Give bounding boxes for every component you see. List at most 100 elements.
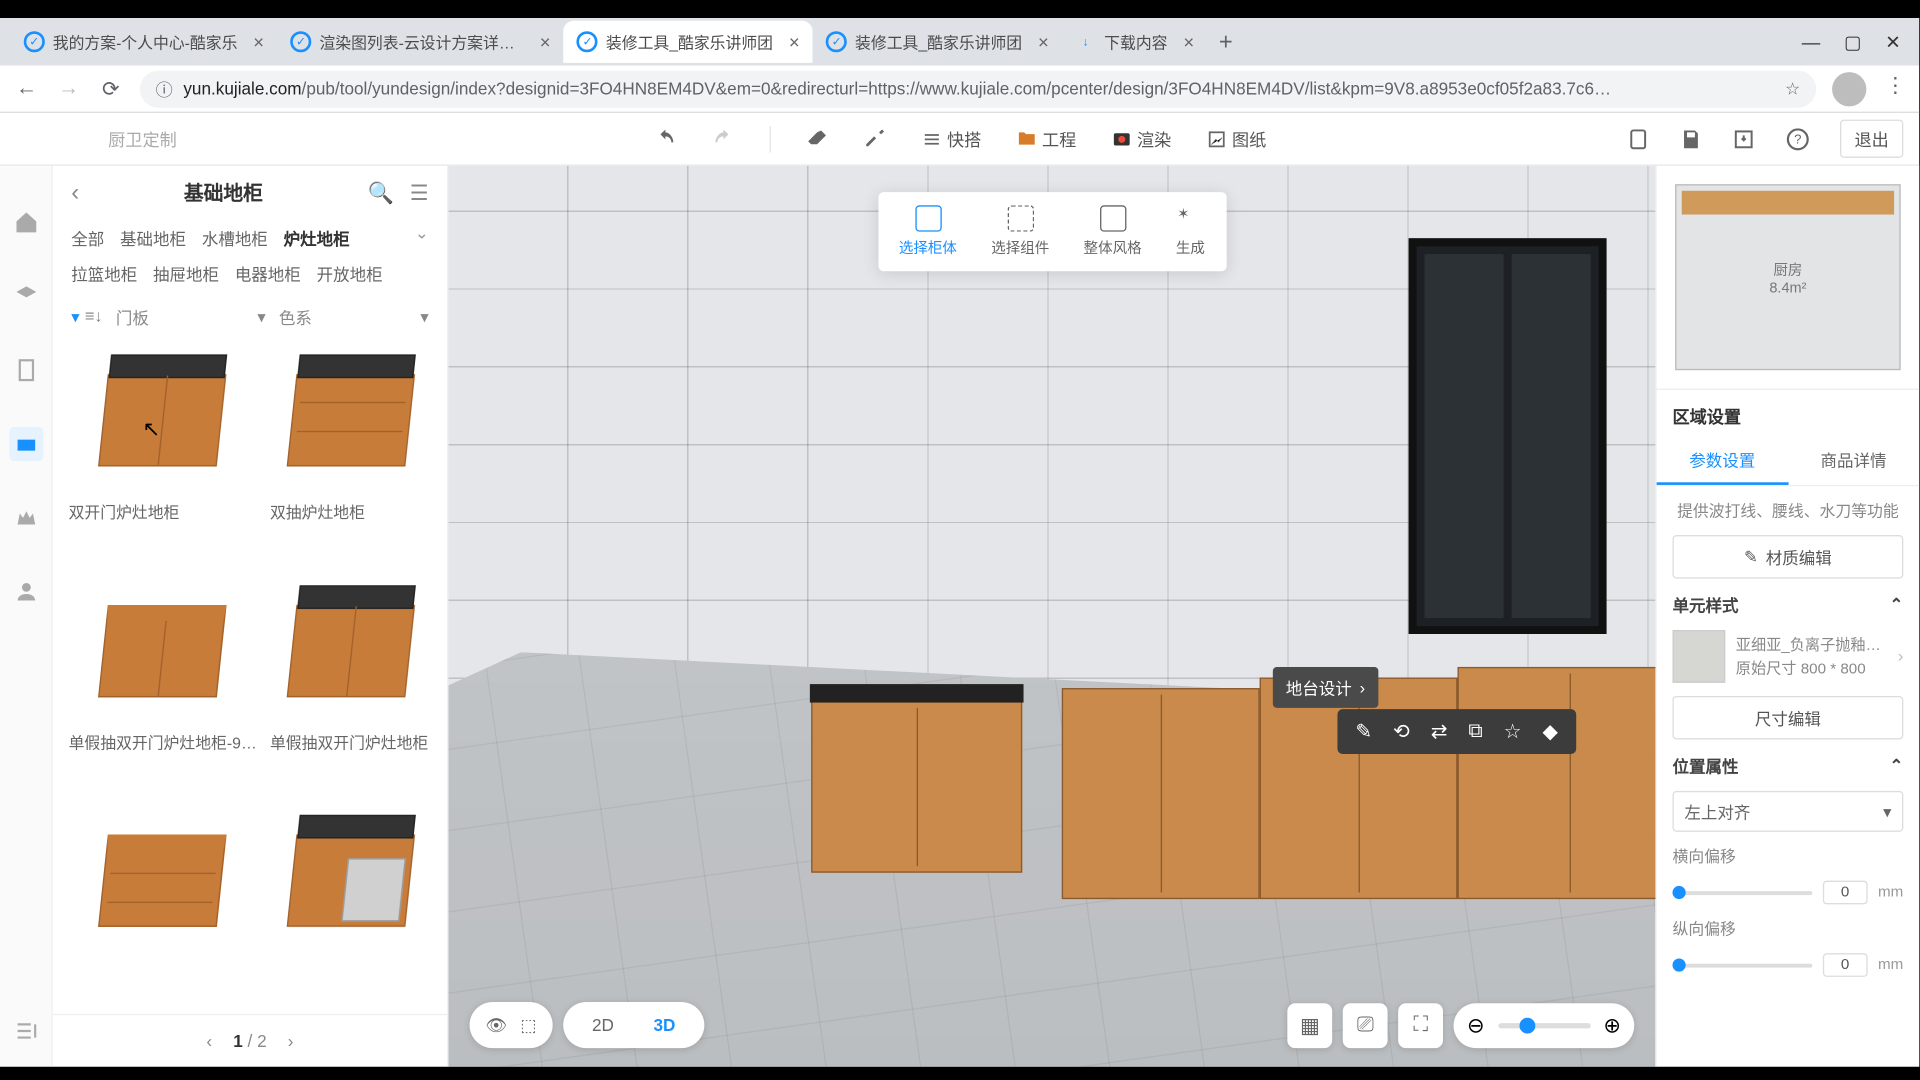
bookmark-icon[interactable]: ☆ xyxy=(1785,78,1800,99)
rail-cabinet-icon[interactable] xyxy=(9,427,43,461)
pager-prev[interactable]: ‹ xyxy=(206,1031,212,1051)
offset-v-value[interactable]: 0 xyxy=(1823,953,1868,977)
product-card[interactable]: 双抽炉灶地柜 xyxy=(270,348,431,565)
browser-tab[interactable]: ✓ 渲染图列表-云设计方案详情-酷 × xyxy=(277,21,563,63)
mode-select-component[interactable]: 选择组件 xyxy=(991,205,1049,258)
redo-button[interactable] xyxy=(711,127,735,151)
material-edit-button[interactable]: ✎ 材质编辑 xyxy=(1672,535,1903,579)
rail-user-icon[interactable] xyxy=(9,575,43,609)
color-filter[interactable]: 色系▾ xyxy=(279,304,429,329)
tab-params[interactable]: 参数设置 xyxy=(1657,436,1788,485)
material-row[interactable]: 亚细亚_负离子抛釉… 原始尺寸 800 * 800 › xyxy=(1672,630,1903,683)
close-icon[interactable]: × xyxy=(1038,31,1049,52)
category-tab[interactable]: 水槽地柜 xyxy=(202,225,268,250)
view-3d-button[interactable]: 3D xyxy=(640,1010,688,1040)
cabinet-model[interactable] xyxy=(1061,689,1259,900)
pager-next[interactable]: › xyxy=(288,1031,294,1051)
category-tab[interactable]: 电器地柜 xyxy=(235,261,301,286)
ctx-swap-icon[interactable]: ⇄ xyxy=(1431,720,1448,744)
view-cube-icon[interactable]: ⬚ xyxy=(520,1015,536,1036)
tools-button[interactable] xyxy=(863,127,887,151)
view-camera-icon[interactable]: ⎚ xyxy=(1343,1003,1388,1048)
clipboard-icon[interactable] xyxy=(1626,127,1650,151)
zoom-slider[interactable] xyxy=(1498,1023,1590,1028)
browser-menu-icon[interactable]: ⋮ xyxy=(1885,71,1906,105)
offset-v-slider[interactable] xyxy=(1672,963,1812,967)
archive-icon[interactable] xyxy=(1732,127,1756,151)
forward-button[interactable]: → xyxy=(55,77,81,101)
ctx-copy-icon[interactable]: ⧉ xyxy=(1468,720,1482,744)
mode-overall-style[interactable]: 整体风格 xyxy=(1084,205,1142,258)
category-tab[interactable]: 全部 xyxy=(71,225,104,250)
quickbuild-button[interactable]: 快搭 xyxy=(921,126,982,151)
rail-door-icon[interactable] xyxy=(9,353,43,387)
product-card[interactable]: 双开门炉灶地柜 xyxy=(69,348,257,565)
cabinet-model[interactable] xyxy=(1457,667,1656,899)
product-card[interactable] xyxy=(69,809,257,1004)
product-card[interactable]: 单假抽双开门炉灶地柜 xyxy=(270,578,431,795)
align-select[interactable]: 左上对齐▾ xyxy=(1672,791,1903,832)
url-field[interactable]: ⓘ yun.kujiale.com/pub/tool/yundesign/ind… xyxy=(140,70,1816,107)
zoom-out-icon[interactable]: ⊖ xyxy=(1467,1013,1485,1039)
context-chip[interactable]: 地台设计› xyxy=(1273,667,1379,708)
reload-button[interactable]: ⟳ xyxy=(98,75,124,101)
ctx-delete-icon[interactable]: ◆ xyxy=(1543,720,1558,744)
mode-generate[interactable]: ✶生成 xyxy=(1176,205,1205,258)
ctx-edit-icon[interactable]: ✎ xyxy=(1355,720,1372,744)
site-info-icon[interactable]: ⓘ xyxy=(156,76,173,101)
minimap[interactable]: 厨房8.4m² ‹ xyxy=(1657,166,1919,390)
zoom-in-icon[interactable]: ⊕ xyxy=(1603,1013,1621,1039)
viewport-3d[interactable]: 选择柜体 选择组件 整体风格 ✶生成 地台设计› ✎ ⟲ ⇄ ⧉ ☆ ◆ 👁 xyxy=(448,166,1655,1067)
eraser-button[interactable] xyxy=(805,127,829,151)
view-fullscreen-icon[interactable]: ⛶ xyxy=(1398,1003,1443,1048)
ctx-favorite-icon[interactable]: ☆ xyxy=(1504,720,1522,744)
offset-h-value[interactable]: 0 xyxy=(1823,881,1868,905)
chevron-up-icon[interactable]: ⌃ xyxy=(1889,755,1903,775)
undo-button[interactable] xyxy=(653,127,677,151)
size-edit-button[interactable]: 尺寸编辑 xyxy=(1672,696,1903,740)
sort-list-icon[interactable]: ≡↓ xyxy=(85,307,103,327)
rail-collapse-icon[interactable] xyxy=(9,1014,43,1048)
search-icon[interactable]: 🔍 xyxy=(368,180,394,206)
chevron-down-icon[interactable]: ⌄ xyxy=(415,222,429,242)
maximize-icon[interactable]: ▢ xyxy=(1844,31,1861,53)
cabinet-model[interactable] xyxy=(811,702,1022,873)
category-tab[interactable]: 基础地柜 xyxy=(120,225,186,250)
category-tab-active[interactable]: 炉灶地柜 xyxy=(284,225,350,250)
browser-tab[interactable]: ↓ 下载内容 × xyxy=(1062,21,1207,63)
help-icon[interactable]: ? xyxy=(1785,125,1811,151)
view-grid-icon[interactable]: ▦ xyxy=(1288,1003,1333,1048)
list-toggle-icon[interactable]: ☰ xyxy=(410,180,429,206)
close-icon[interactable]: × xyxy=(789,31,800,52)
mode-select-cabinet[interactable]: 选择柜体 xyxy=(899,205,957,258)
back-icon[interactable]: ‹ xyxy=(71,179,79,207)
sort-asc-icon[interactable]: ▾ xyxy=(71,307,79,327)
view-eye-icon[interactable]: 👁 xyxy=(485,1015,507,1036)
render-button[interactable]: 渲染 xyxy=(1111,126,1172,151)
close-icon[interactable]: × xyxy=(1183,31,1194,52)
browser-tab[interactable]: ✓ 装修工具_酷家乐讲师团 × xyxy=(813,21,1062,63)
offset-h-slider[interactable] xyxy=(1672,891,1812,895)
close-icon[interactable]: × xyxy=(540,31,551,52)
browser-tab-active[interactable]: ✓ 装修工具_酷家乐讲师团 × xyxy=(564,21,813,63)
close-window-icon[interactable]: ✕ xyxy=(1885,31,1900,53)
minimize-icon[interactable]: — xyxy=(1802,31,1820,53)
back-button[interactable]: ← xyxy=(13,77,39,101)
product-card[interactable] xyxy=(270,809,431,1004)
category-tab[interactable]: 抽屉地柜 xyxy=(153,261,219,286)
product-card[interactable]: 单假抽双开门炉灶地柜-9… xyxy=(69,578,257,795)
save-icon[interactable] xyxy=(1679,127,1703,151)
chevron-up-icon[interactable]: ⌃ xyxy=(1889,594,1903,614)
exit-button[interactable]: 退出 xyxy=(1840,120,1903,158)
profile-avatar[interactable] xyxy=(1832,71,1866,105)
view-2d-button[interactable]: 2D xyxy=(579,1010,627,1040)
category-tab[interactable]: 开放地柜 xyxy=(317,261,383,286)
category-tab[interactable]: 拉篮地柜 xyxy=(71,261,137,286)
ctx-rotate-icon[interactable]: ⟲ xyxy=(1393,720,1410,744)
rail-crown-icon[interactable] xyxy=(9,501,43,535)
new-tab-button[interactable]: + xyxy=(1207,23,1244,60)
door-filter[interactable]: 门板▾ xyxy=(116,304,266,329)
rail-home-icon[interactable] xyxy=(9,205,43,239)
rail-layers-icon[interactable] xyxy=(9,279,43,313)
project-button[interactable]: 工程 xyxy=(1016,126,1077,151)
